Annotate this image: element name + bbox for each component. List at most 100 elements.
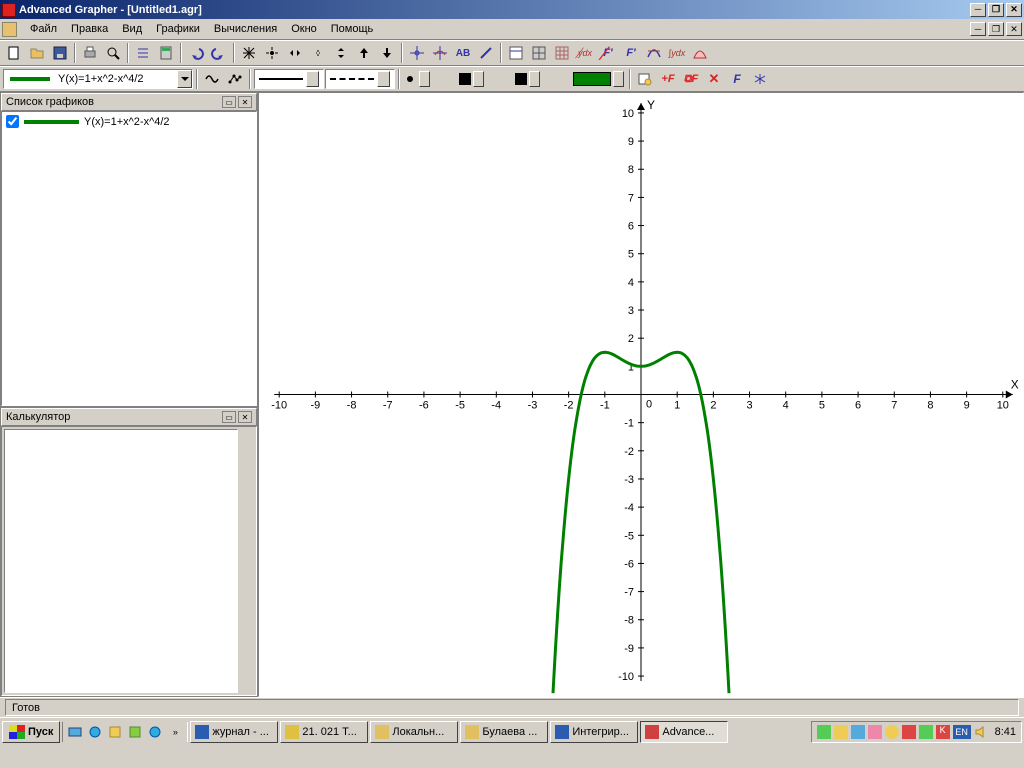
- maximize-button[interactable]: ❐: [988, 3, 1004, 17]
- mdi-close-button[interactable]: ✕: [1006, 22, 1022, 36]
- save-button[interactable]: [49, 42, 71, 64]
- deriv-button[interactable]: F′: [620, 42, 642, 64]
- menu-calc[interactable]: Вычисления: [207, 21, 284, 37]
- graph-list-body: Y(x)=1+x^2-x^4/2: [1, 111, 257, 406]
- start-button[interactable]: Пуск: [2, 721, 60, 743]
- panel-close-icon[interactable]: ✕: [238, 96, 252, 108]
- del-func-button[interactable]: ✕: [703, 68, 725, 90]
- calculator-input[interactable]: [4, 429, 238, 693]
- taskbar-button[interactable]: Булаева ...: [460, 721, 548, 743]
- menu-view[interactable]: Вид: [115, 21, 149, 37]
- panel-min-icon[interactable]: ▭: [222, 411, 236, 423]
- tray-icon[interactable]: [868, 725, 882, 739]
- ql-ie-icon[interactable]: [86, 722, 104, 742]
- ql-app1-icon[interactable]: [106, 722, 124, 742]
- menu-graphs[interactable]: Графики: [149, 21, 207, 37]
- preview-button[interactable]: [102, 42, 124, 64]
- task-label: Булаева ...: [482, 726, 537, 738]
- windows-flag-icon: [9, 725, 25, 739]
- graph-props-button[interactable]: [634, 68, 656, 90]
- curve-color-picker[interactable]: [571, 69, 626, 89]
- cursor-button[interactable]: [406, 42, 428, 64]
- arrow-down-button[interactable]: [376, 42, 398, 64]
- redo-button[interactable]: [208, 42, 230, 64]
- zoom-in-button[interactable]: [284, 42, 306, 64]
- calculator-body: [1, 426, 257, 696]
- func-props-button[interactable]: F: [726, 68, 748, 90]
- calculator-panel: Калькулятор ▭ ✕: [0, 407, 258, 697]
- list-button[interactable]: [132, 42, 154, 64]
- dup-func-button[interactable]: ⧉F: [680, 68, 702, 90]
- fg-color-picker[interactable]: [515, 69, 570, 89]
- mdi-minimize-button[interactable]: ─: [970, 22, 986, 36]
- ql-desktop-icon[interactable]: [66, 722, 84, 742]
- mdi-restore-button[interactable]: ❐: [988, 22, 1004, 36]
- taskbar-button[interactable]: журнал - ...: [190, 721, 278, 743]
- ql-app2-icon[interactable]: [126, 722, 144, 742]
- close-button[interactable]: ✕: [1006, 3, 1022, 17]
- integral-button[interactable]: ∫ydx: [666, 42, 688, 64]
- tray-icon[interactable]: [885, 725, 899, 739]
- tray-lang-icon[interactable]: EN: [953, 725, 971, 739]
- zoom-y-in-button[interactable]: [330, 42, 352, 64]
- tray-icon[interactable]: K: [936, 725, 950, 739]
- tray-icon[interactable]: [834, 725, 848, 739]
- undo-button[interactable]: [185, 42, 207, 64]
- svg-text:-1: -1: [624, 418, 634, 430]
- tray-icon[interactable]: [919, 725, 933, 739]
- table-button[interactable]: [528, 42, 550, 64]
- taskbar-button[interactable]: 21. 021 Т...: [280, 721, 368, 743]
- add-func-button[interactable]: +F: [657, 68, 679, 90]
- task-icon: [645, 725, 659, 739]
- no-ydx-button[interactable]: ydx╱: [574, 42, 596, 64]
- tray-clock[interactable]: 8:41: [995, 726, 1016, 738]
- svg-text:10: 10: [622, 108, 634, 120]
- zoom-out-button[interactable]: [307, 42, 329, 64]
- svg-text:9: 9: [628, 136, 634, 148]
- graph-list-item[interactable]: Y(x)=1+x^2-x^4/2: [2, 112, 256, 131]
- taskbar-button[interactable]: Advance...: [640, 721, 728, 743]
- area-button[interactable]: [689, 42, 711, 64]
- arrow-up-button[interactable]: [353, 42, 375, 64]
- menu-edit[interactable]: Правка: [64, 21, 115, 37]
- tray-volume-icon[interactable]: [974, 725, 988, 739]
- no-deriv-button[interactable]: F′╱: [597, 42, 619, 64]
- ql-ie2-icon[interactable]: [146, 722, 164, 742]
- text-button[interactable]: AB: [452, 42, 474, 64]
- menu-window[interactable]: Окно: [284, 21, 324, 37]
- line-button[interactable]: [475, 42, 497, 64]
- menu-file[interactable]: Файл: [23, 21, 64, 37]
- line-style-picker[interactable]: [254, 69, 324, 89]
- graph-visible-checkbox[interactable]: [6, 115, 19, 128]
- point-color-picker[interactable]: [403, 69, 458, 89]
- panel-close-icon[interactable]: ✕: [238, 411, 252, 423]
- line-dash-picker[interactable]: [325, 69, 395, 89]
- props-button[interactable]: [505, 42, 527, 64]
- open-button[interactable]: [26, 42, 48, 64]
- plot-area[interactable]: XY-10-9-8-7-6-5-4-3-2-112345678910-10-9-…: [258, 92, 1024, 697]
- print-button[interactable]: [79, 42, 101, 64]
- tray-icon[interactable]: [817, 725, 831, 739]
- trace-button[interactable]: [429, 42, 451, 64]
- style-curve-button[interactable]: [201, 68, 223, 90]
- ql-chevrons-icon[interactable]: »: [166, 722, 184, 742]
- calc-button[interactable]: [155, 42, 177, 64]
- chevron-down-icon[interactable]: [177, 70, 192, 88]
- menu-help[interactable]: Помощь: [324, 21, 381, 37]
- grid-button[interactable]: [551, 42, 573, 64]
- tray-icon[interactable]: [851, 725, 865, 739]
- bg-color-picker[interactable]: [459, 69, 514, 89]
- taskbar-button[interactable]: Локальн...: [370, 721, 458, 743]
- taskbar-button[interactable]: Интегрир...: [550, 721, 638, 743]
- zoom-all-button[interactable]: [238, 42, 260, 64]
- asterisk-button[interactable]: [749, 68, 771, 90]
- calculator-scrollbar[interactable]: [238, 429, 254, 693]
- minimize-button[interactable]: ─: [970, 3, 986, 17]
- panel-min-icon[interactable]: ▭: [222, 96, 236, 108]
- formula-combo[interactable]: Y(x)=1+x^2-x^4/2: [3, 69, 193, 89]
- tray-icon[interactable]: [902, 725, 916, 739]
- new-button[interactable]: [3, 42, 25, 64]
- zoom-center-button[interactable]: [261, 42, 283, 64]
- style-points-button[interactable]: [224, 68, 246, 90]
- tangent-button[interactable]: [643, 42, 665, 64]
